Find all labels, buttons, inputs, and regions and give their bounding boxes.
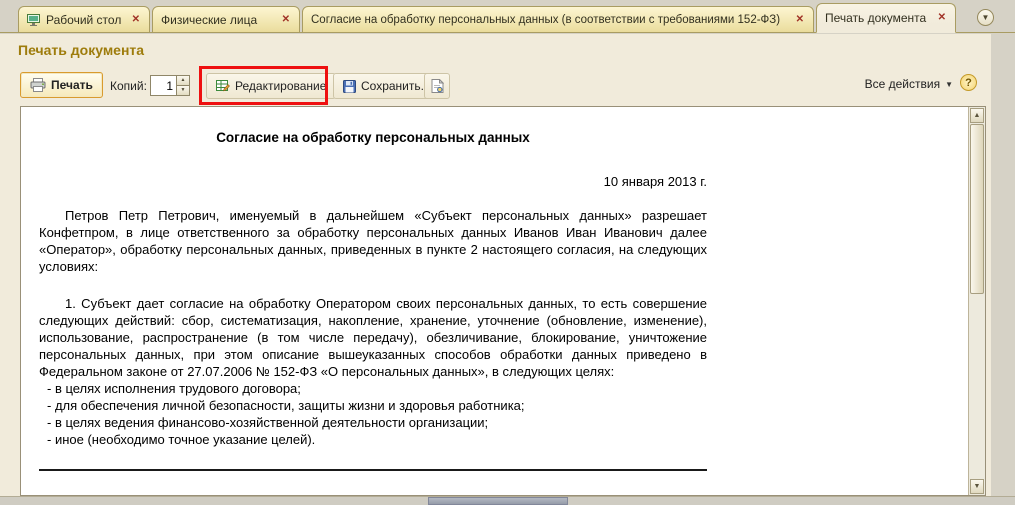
- tab-overflow-button[interactable]: ▼: [977, 9, 994, 26]
- printer-icon: [30, 78, 46, 92]
- document-preview-pane: Согласие на обработку персональных данны…: [20, 106, 986, 496]
- tab-close-icon[interactable]: ✕: [131, 15, 141, 25]
- help-icon: ?: [965, 77, 972, 89]
- document-preview-button[interactable]: [424, 73, 450, 99]
- scroll-up-button[interactable]: ▲: [970, 108, 984, 123]
- tab-consent-form[interactable]: Согласие на обработку персональных данны…: [302, 6, 814, 33]
- horizontal-scroll-thumb[interactable]: [428, 497, 568, 505]
- document-paragraph: 1. Субъект дает согласие на обработку Оп…: [39, 295, 707, 380]
- document-list-item: - для обеспечения личной безопасности, з…: [39, 397, 707, 414]
- tab-close-icon[interactable]: ✕: [281, 15, 291, 25]
- scroll-down-button[interactable]: ▼: [970, 479, 984, 494]
- edit-table-icon: [216, 79, 230, 93]
- document-page: Согласие на обработку персональных данны…: [39, 107, 707, 471]
- chevron-down-icon: ▼: [982, 13, 990, 22]
- document-list-item: - иное (необходимо точное указание целей…: [39, 431, 707, 448]
- spin-down-button[interactable]: ▼: [176, 86, 190, 96]
- all-actions-label: Все действия: [865, 77, 940, 91]
- app-window: Рабочий стол ✕ Физические лица ✕ Согласи…: [0, 0, 1015, 505]
- tab-close-icon[interactable]: ✕: [795, 15, 805, 25]
- tab-label: Физические лица: [161, 13, 275, 27]
- copies-label: Копий:: [110, 79, 147, 93]
- document-list-item: - в целях исполнения трудового договора;: [39, 380, 707, 397]
- desktop-icon: [27, 14, 40, 26]
- tab-print-document[interactable]: Печать документа ✕: [816, 3, 956, 33]
- tab-individuals[interactable]: Физические лица ✕: [152, 6, 300, 33]
- edit-label: Редактирование: [235, 79, 326, 93]
- tab-close-icon[interactable]: ✕: [937, 13, 947, 23]
- save-floppy-icon: [343, 80, 356, 93]
- tab-label: Печать документа: [825, 11, 931, 25]
- chevron-down-icon: ▼: [945, 80, 953, 89]
- horizontal-scrollbar[interactable]: [0, 496, 1015, 505]
- save-label: Сохранить...: [361, 79, 431, 93]
- spin-up-button[interactable]: ▲: [176, 75, 190, 86]
- all-actions-button[interactable]: Все действия ▼: [865, 77, 953, 91]
- page-title: Печать документа: [18, 42, 144, 58]
- tab-desktop[interactable]: Рабочий стол ✕: [18, 6, 150, 33]
- copies-stepper: ▲ ▼: [150, 75, 190, 96]
- tab-label: Согласие на обработку персональных данны…: [311, 14, 789, 26]
- help-button[interactable]: ?: [960, 74, 977, 91]
- document-title: Согласие на обработку персональных данны…: [39, 129, 707, 146]
- edit-button[interactable]: Редактирование: [206, 73, 336, 99]
- document-paragraph: Петров Петр Петрович, именуемый в дальне…: [39, 207, 707, 275]
- document-list-item: - в целях ведения финансово-хозяйственно…: [39, 414, 707, 431]
- tab-label: Рабочий стол: [46, 13, 125, 27]
- print-button[interactable]: Печать: [20, 72, 103, 98]
- toolbar: Печать Копий: ▲ ▼ Редактирование: [0, 68, 1015, 106]
- document-divider: [39, 469, 707, 471]
- document-sheet-icon: [431, 79, 444, 93]
- vertical-scrollbar[interactable]: ▲ ▼: [968, 107, 985, 495]
- vertical-scroll-thumb[interactable]: [970, 124, 984, 294]
- print-label: Печать: [51, 78, 93, 92]
- form-area: Печать документа Печать Копий: ▲ ▼: [0, 34, 1015, 505]
- tab-bar: Рабочий стол ✕ Физические лица ✕ Согласи…: [0, 0, 1015, 33]
- copies-input[interactable]: [150, 75, 176, 96]
- document-date: 10 января 2013 г.: [39, 173, 707, 190]
